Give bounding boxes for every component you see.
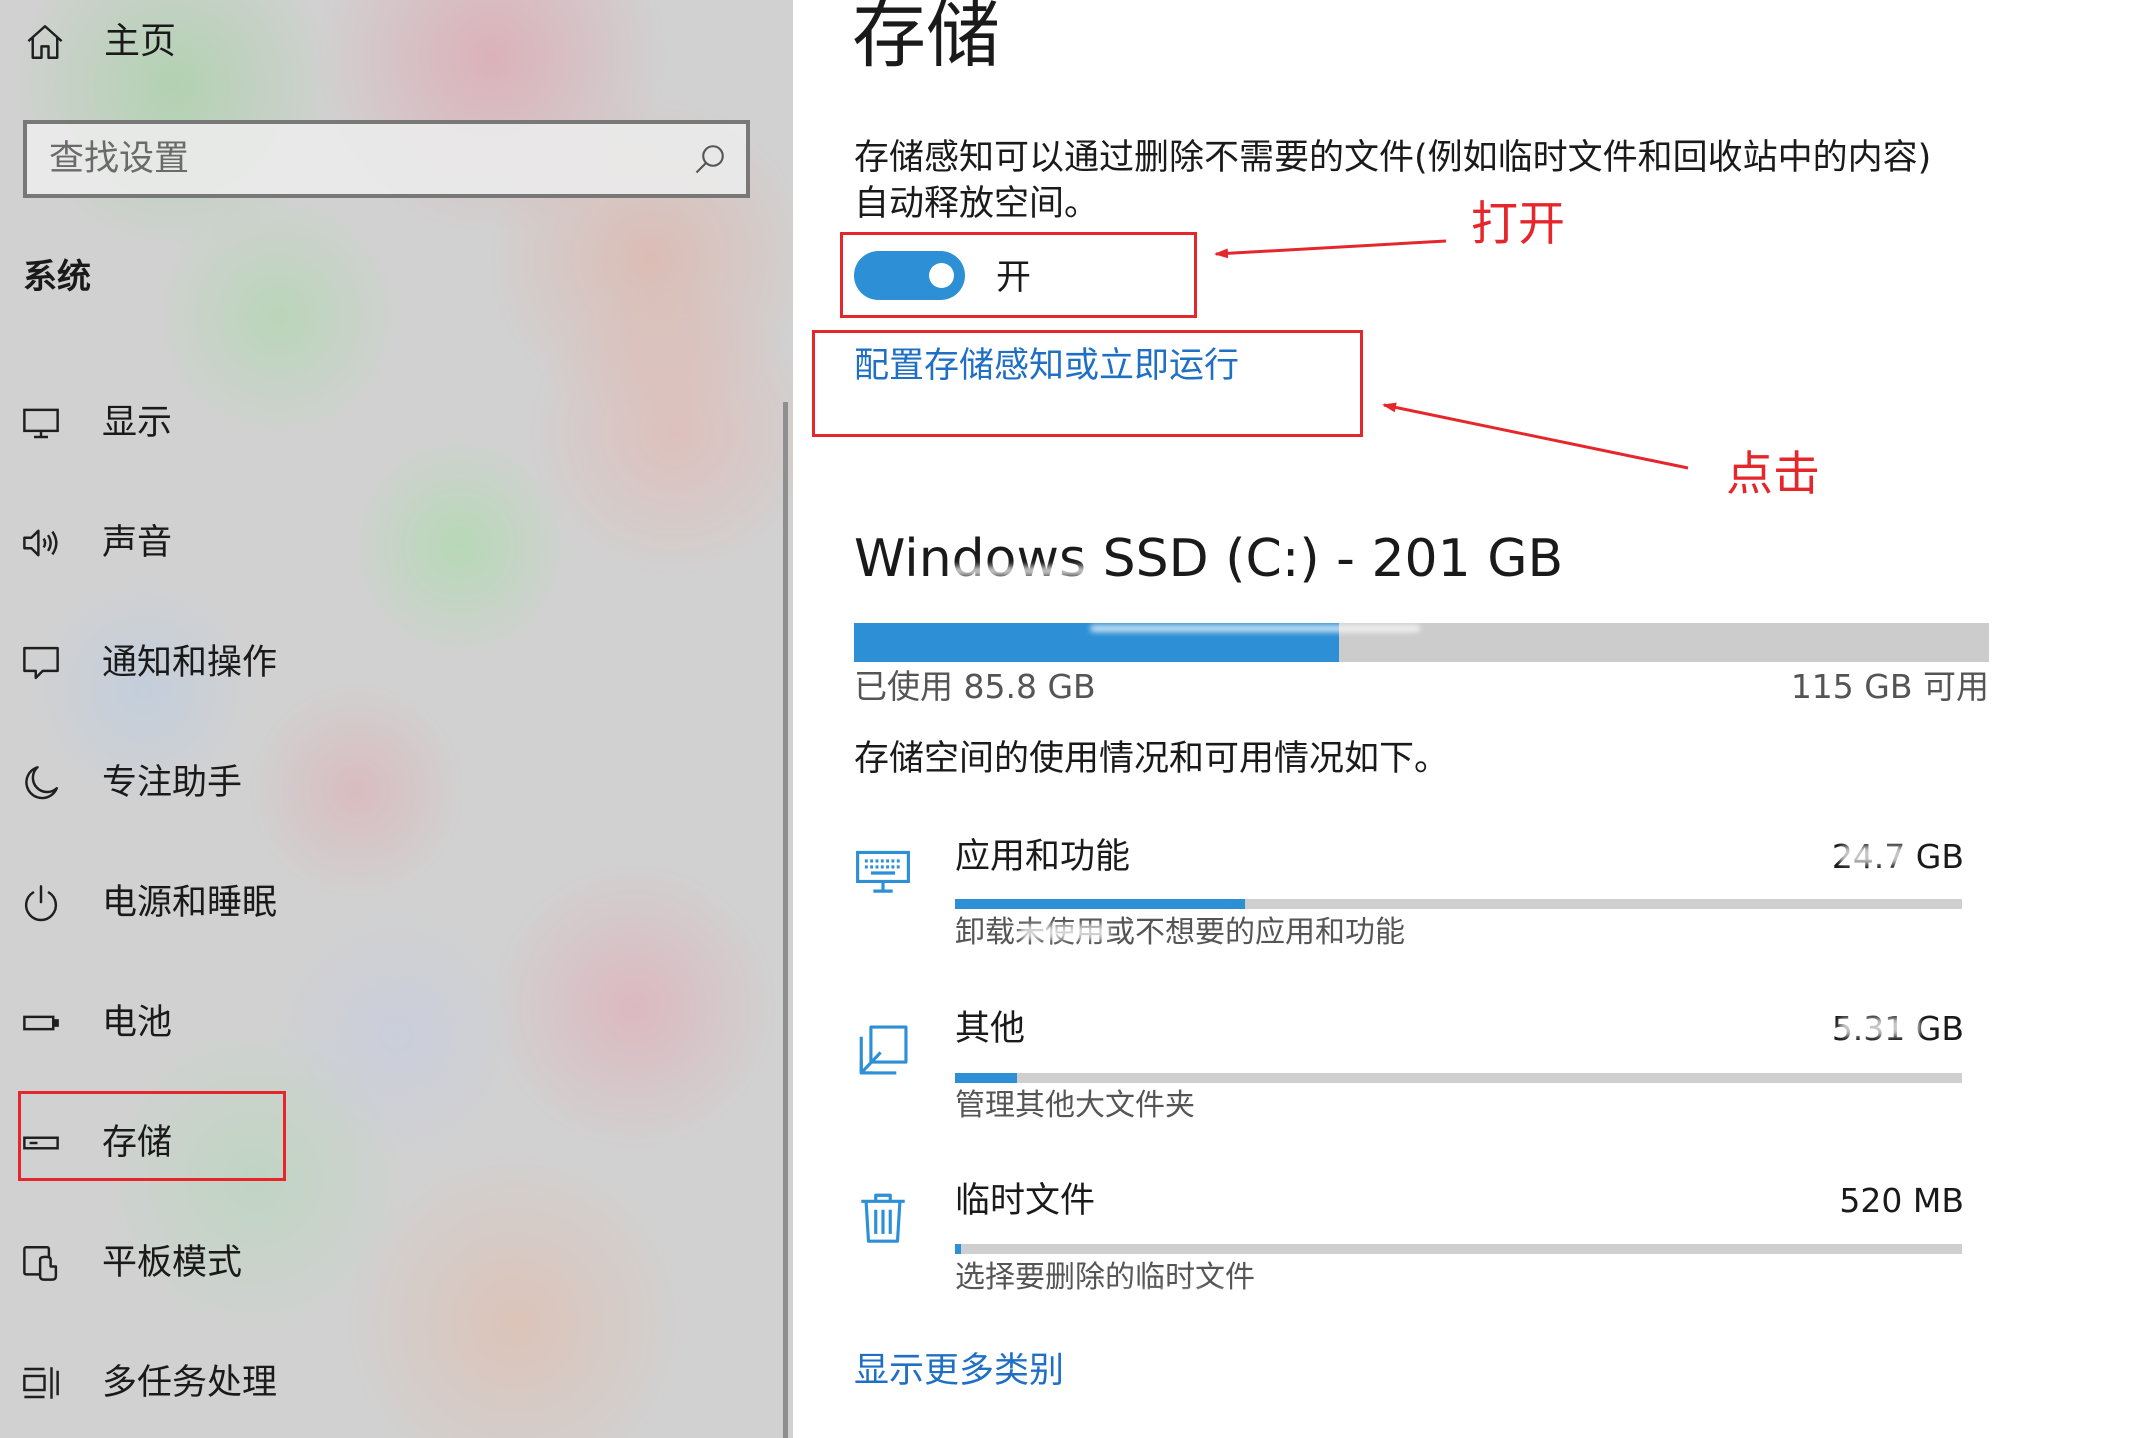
storage-sense-description-cont: 自动释放空间。 xyxy=(854,184,1100,224)
search-box[interactable] xyxy=(23,120,750,198)
drive-used-label: 已使用 85.8 GB xyxy=(854,667,1096,706)
category-usage-bar xyxy=(955,1073,1962,1083)
category-size: 520 MB xyxy=(1839,1181,1964,1220)
sidebar-scrollbar[interactable] xyxy=(783,402,788,1438)
sidebar-item-display[interactable]: 显示 xyxy=(0,378,770,468)
smudge xyxy=(1840,1018,1920,1036)
sidebar-item-label: 电源和睡眠 xyxy=(102,883,278,923)
sidebar-item-power-sleep[interactable]: 电源和睡眠 xyxy=(0,858,770,948)
annotation-click: 点击 xyxy=(1726,447,1820,502)
sidebar-item-label: 通知和操作 xyxy=(102,643,278,683)
sidebar-item-battery[interactable]: 电池 xyxy=(0,978,770,1068)
settings-sidebar: 主页 系统 显示 声音 通知和操作 专注助手 电源和睡眠 xyxy=(0,0,793,1438)
sidebar-item-label: 专注助手 xyxy=(102,763,243,803)
sidebar-item-label: 声音 xyxy=(102,523,173,563)
category-usage-fill xyxy=(955,1244,962,1254)
category-temp-files[interactable]: 临时文件 520 MB 选择要删除的临时文件 xyxy=(854,1180,1964,1310)
smudge xyxy=(1090,625,1420,632)
sidebar-item-label: 多任务处理 xyxy=(102,1363,278,1403)
category-apps-features[interactable]: 应用和功能 24.7 GB 卸载未使用或不想要的应用和功能 xyxy=(854,836,1964,966)
sidebar-item-label: 显示 xyxy=(102,403,173,443)
category-usage-bar xyxy=(955,899,1962,909)
drive-name: Windows SSD (C:) - 201 GB xyxy=(854,529,1564,589)
power-icon xyxy=(24,885,58,922)
category-title: 应用和功能 xyxy=(955,837,1131,877)
smudge xyxy=(1840,846,1910,864)
category-other[interactable]: 其他 5.31 GB 管理其他大文件夹 xyxy=(854,1008,1964,1138)
sidebar-item-label: 平板模式 xyxy=(102,1243,243,1283)
show-more-categories-link[interactable]: 显示更多类别 xyxy=(854,1350,1064,1392)
home-nav-item[interactable]: 主页 xyxy=(0,16,320,68)
smudge xyxy=(1110,1290,1230,1302)
section-title-system: 系统 xyxy=(23,257,91,297)
category-subtitle: 管理其他大文件夹 xyxy=(955,1088,1195,1123)
sidebar-item-sound[interactable]: 声音 xyxy=(0,498,770,588)
sidebar-item-notifications[interactable]: 通知和操作 xyxy=(0,618,770,708)
battery-icon xyxy=(23,1015,59,1031)
sidebar-item-focus-assist[interactable]: 专注助手 xyxy=(0,738,770,828)
drive-free-label: 115 GB 可用 xyxy=(1790,667,1989,706)
arrow-to-configure-link xyxy=(1382,402,1689,470)
trash-icon xyxy=(861,1193,905,1243)
tablet-icon xyxy=(23,1246,58,1281)
sidebar-item-label: 电池 xyxy=(102,1003,173,1043)
apps-icon xyxy=(856,850,910,893)
annotation-turn-on: 打开 xyxy=(1471,197,1565,252)
annotation-box-storage xyxy=(18,1091,286,1181)
search-icon[interactable] xyxy=(692,141,728,177)
home-label: 主页 xyxy=(104,21,177,62)
multitasking-icon xyxy=(23,1367,59,1399)
sidebar-item-multitasking[interactable]: 多任务处理 xyxy=(0,1338,770,1428)
notification-icon xyxy=(23,646,59,680)
drive-usage-bar xyxy=(854,623,1989,662)
speaker-icon xyxy=(23,529,58,557)
arrow-to-toggle xyxy=(1214,239,1447,259)
category-usage-fill xyxy=(955,1073,1018,1083)
monitor-icon xyxy=(23,408,59,439)
category-usage-bar xyxy=(955,1244,1962,1254)
category-title: 其他 xyxy=(955,1009,1026,1049)
home-icon xyxy=(27,25,63,59)
category-usage-fill xyxy=(955,899,1246,909)
annotation-box-configure-link xyxy=(812,330,1363,437)
annotation-box-toggle xyxy=(840,232,1197,318)
moon-icon xyxy=(25,766,58,800)
usage-intro: 存储空间的使用情况和可用情况如下。 xyxy=(854,739,1450,779)
sidebar-item-tablet-mode[interactable]: 平板模式 xyxy=(0,1218,770,1308)
smudge xyxy=(1020,925,1110,939)
search-input[interactable] xyxy=(27,124,746,194)
storage-sense-description: 存储感知可以通过删除不需要的文件(例如临时文件和回收站中的内容) xyxy=(854,138,1932,178)
page-title: 存储 xyxy=(852,0,1000,78)
category-title: 临时文件 xyxy=(955,1181,1096,1221)
other-folder-icon xyxy=(859,1025,908,1075)
smudge xyxy=(950,566,1090,576)
